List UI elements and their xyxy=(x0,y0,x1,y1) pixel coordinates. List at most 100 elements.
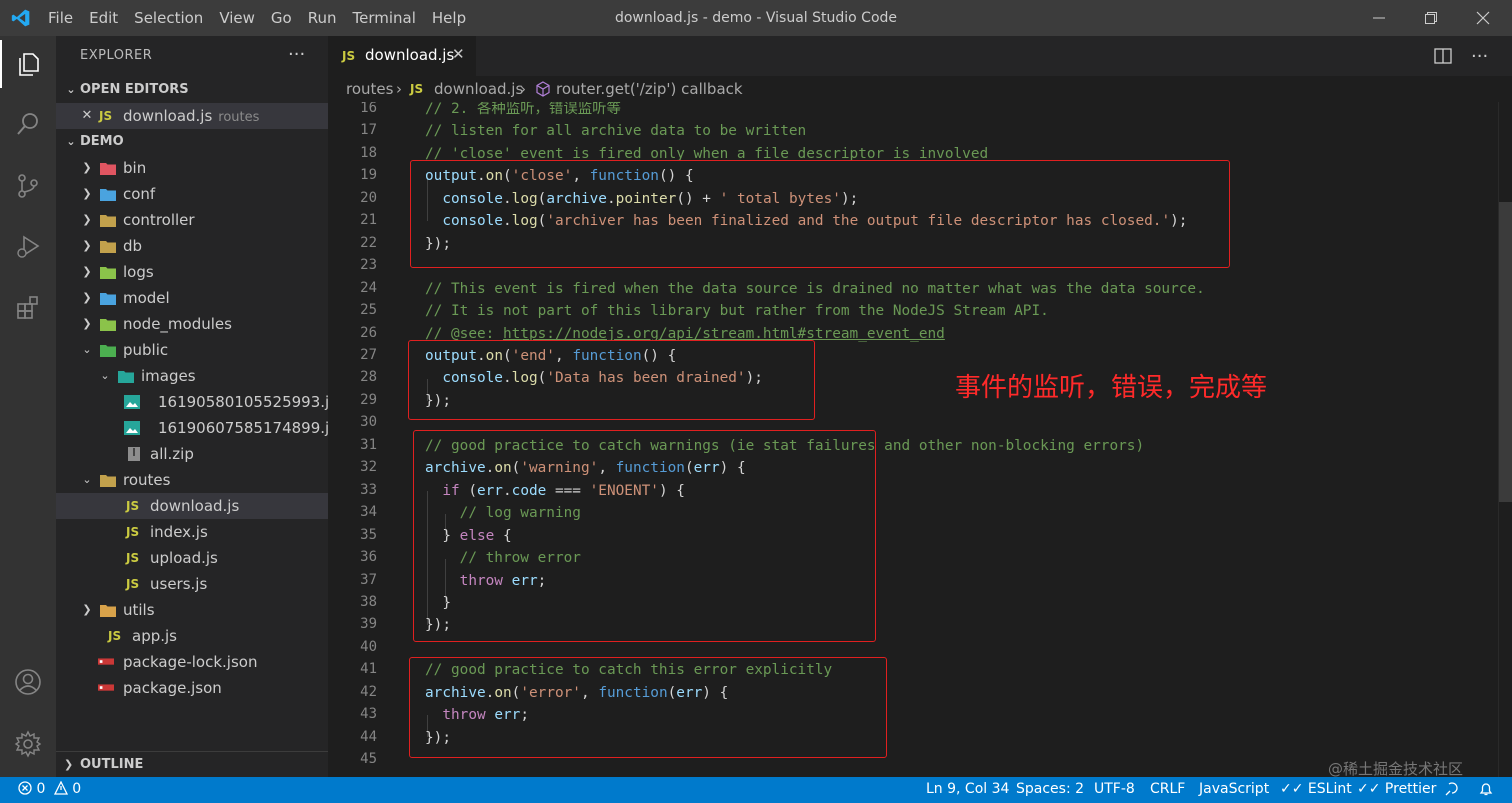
breadcrumb-file[interactable]: download.js xyxy=(434,80,523,98)
tree-item[interactable]: JS users.js xyxy=(56,571,328,597)
chevron-down-icon: ⌄ xyxy=(82,343,92,356)
breadcrumb-folder[interactable]: routes xyxy=(346,80,393,98)
activity-accounts[interactable] xyxy=(0,658,56,706)
tree-item[interactable]: 16190607585174899.jpg xyxy=(56,415,348,441)
close-icon[interactable]: ✕ xyxy=(80,103,94,129)
scrollbar-thumb[interactable] xyxy=(1499,202,1512,502)
menu-terminal[interactable]: Terminal xyxy=(345,9,424,27)
restore-icon xyxy=(1425,12,1437,24)
tree-item[interactable]: package-lock.json xyxy=(56,649,328,675)
tree-item[interactable]: ⌄ routes xyxy=(56,467,328,493)
close-window-button[interactable] xyxy=(1460,0,1506,36)
tree-item[interactable]: ❯ controller xyxy=(56,207,328,233)
chevron-down-icon: ⌄ xyxy=(100,369,110,382)
line-number: 16 xyxy=(360,102,377,116)
activity-run-debug[interactable] xyxy=(0,222,56,270)
tree-item[interactable]: ⌄ images xyxy=(56,363,328,389)
activity-search[interactable] xyxy=(0,100,56,148)
tree-item[interactable]: ❯ logs xyxy=(56,259,328,285)
tab-close-icon[interactable]: ✕ xyxy=(452,45,465,63)
search-icon xyxy=(17,113,38,135)
tab-download-js[interactable]: JS download.js ✕ xyxy=(328,36,476,76)
tree-item[interactable]: ❯ model xyxy=(56,285,328,311)
activity-source-control[interactable] xyxy=(0,162,56,210)
editor-more-actions-icon[interactable]: ··· xyxy=(1471,36,1488,76)
tree-item-label: 16190580105525993.jpg xyxy=(158,393,349,411)
editor-scrollbar[interactable] xyxy=(1498,102,1512,777)
tree-item[interactable]: JS index.js xyxy=(56,519,328,545)
breadcrumb: routes › JS download.js › router.get('/z… xyxy=(328,76,1512,102)
minimize-button[interactable] xyxy=(1356,0,1402,36)
chevron-right-icon: ❯ xyxy=(64,758,74,771)
tree-item[interactable]: ❯ conf xyxy=(56,181,328,207)
more-actions-icon[interactable]: ··· xyxy=(288,44,305,65)
encoding[interactable]: UTF-8 xyxy=(1094,781,1135,797)
code-line-16: // 2. 各种监听，错误监听等 xyxy=(425,102,621,117)
annotation-box-end xyxy=(408,340,815,420)
line-number: 18 xyxy=(360,145,377,161)
language-mode[interactable]: JavaScript xyxy=(1199,781,1269,797)
tree-item[interactable]: ❯ utils xyxy=(56,597,328,623)
indentation[interactable]: Spaces: 2 xyxy=(1016,781,1084,797)
menu-go[interactable]: Go xyxy=(263,9,300,27)
breadcrumb-symbol[interactable]: router.get('/zip') callback xyxy=(556,80,743,98)
eslint-status[interactable]: ✓✓ ESLint xyxy=(1280,781,1352,797)
tree-item-label: all.zip xyxy=(150,445,194,463)
line-number: 42 xyxy=(360,684,377,700)
line-number: 21 xyxy=(360,212,377,228)
project-section[interactable]: ⌄ DEMO xyxy=(56,129,328,155)
line-number: 36 xyxy=(360,549,377,565)
tree-item-label: node_modules xyxy=(123,315,232,333)
cursor-position[interactable]: Ln 9, Col 34 xyxy=(926,781,1009,797)
js-file-icon: JS xyxy=(342,49,356,63)
js-file-icon: JS xyxy=(410,82,424,96)
menu-run[interactable]: Run xyxy=(300,9,345,27)
activity-explorer[interactable] xyxy=(0,40,56,88)
minimize-icon xyxy=(1373,17,1385,19)
menu-view[interactable]: View xyxy=(211,9,263,27)
tree-item[interactable]: JS upload.js xyxy=(56,545,328,571)
tree-item[interactable]: 16190580105525993.jpg xyxy=(56,389,348,415)
chevron-right-icon: ❯ xyxy=(82,161,92,174)
tree-item[interactable]: ❯ db xyxy=(56,233,328,259)
menu-file[interactable]: File xyxy=(40,9,81,27)
feedback-icon[interactable] xyxy=(1444,781,1460,801)
tree-item[interactable]: JS app.js xyxy=(56,623,328,649)
line-number: 34 xyxy=(360,504,377,520)
tree-item[interactable]: ⌄ public xyxy=(56,337,328,363)
js-file-icon: JS xyxy=(126,525,140,539)
line-number: 23 xyxy=(360,257,377,273)
editor-tab-bar: JS download.js ✕ ··· xyxy=(328,36,1512,76)
problems-indicator[interactable]: 0 0 xyxy=(18,780,81,797)
prettier-status[interactable]: ✓✓ Prettier xyxy=(1357,781,1436,797)
tree-item[interactable]: ❯ bin xyxy=(56,155,328,181)
tree-item-label: package-lock.json xyxy=(123,653,258,671)
chevron-right-icon: ❯ xyxy=(82,239,92,252)
activity-manage[interactable] xyxy=(0,720,56,768)
chevron-right-icon: ❯ xyxy=(82,603,92,616)
tree-item[interactable]: all.zip xyxy=(56,441,328,467)
tree-item[interactable]: package.json xyxy=(56,675,328,701)
menu-edit[interactable]: Edit xyxy=(81,9,126,27)
line-number: 24 xyxy=(360,280,377,296)
folder-icon xyxy=(100,189,116,201)
menu-help[interactable]: Help xyxy=(424,9,474,27)
open-editor-item[interactable]: ✕ JS download.js routes xyxy=(56,103,328,129)
notifications-bell-icon[interactable] xyxy=(1478,781,1494,801)
maximize-button[interactable] xyxy=(1408,0,1454,36)
image-file-icon xyxy=(124,395,140,409)
line-ending[interactable]: CRLF xyxy=(1150,781,1185,797)
activity-extensions[interactable] xyxy=(0,284,56,332)
title-bar: File Edit Selection View Go Run Terminal… xyxy=(0,0,1512,36)
tree-item-label: routes xyxy=(123,471,171,489)
line-number: 31 xyxy=(360,437,377,453)
menu-selection[interactable]: Selection xyxy=(126,9,211,27)
split-editor-button[interactable] xyxy=(1434,36,1452,76)
outline-section[interactable]: ❯ OUTLINE xyxy=(56,751,328,777)
tree-item[interactable]: ❯ node_modules xyxy=(56,311,328,337)
tree-item[interactable]: JS download.js xyxy=(56,493,328,519)
annotation-box-close xyxy=(410,160,1230,268)
status-bar: 0 0 Ln 9, Col 34 Spaces: 2 UTF-8 CRLF Ja… xyxy=(0,777,1512,803)
line-number: 30 xyxy=(360,414,377,430)
open-editors-section[interactable]: ⌄ OPEN EDITORS xyxy=(56,77,328,103)
